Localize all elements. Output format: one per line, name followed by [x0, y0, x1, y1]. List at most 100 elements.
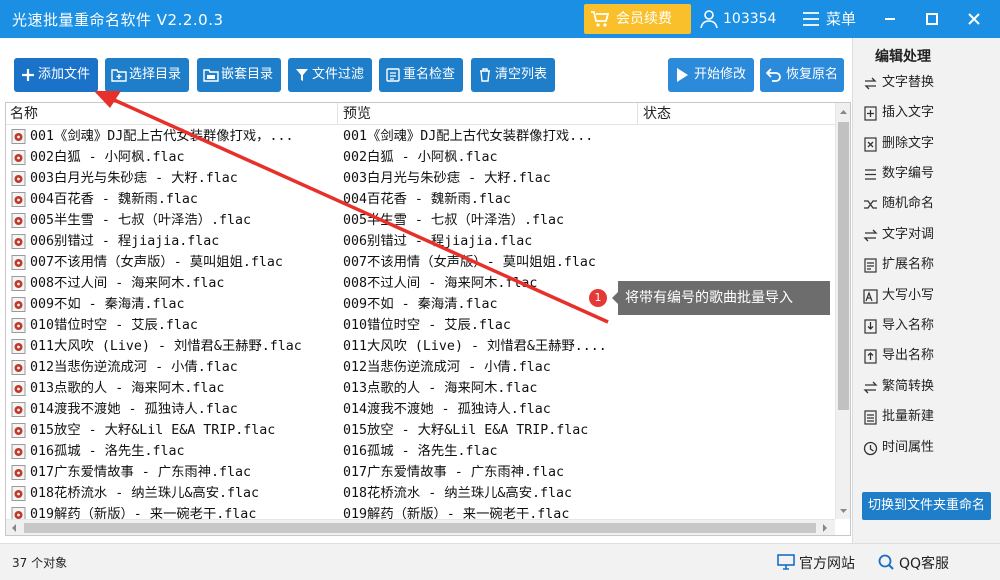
table-row[interactable]: 016孤城 - 洛先生.flac 016孤城 - 洛先生.flac — [6, 441, 834, 462]
file-preview-cell: 012当悲伤逆流成河 - 小倩.flac — [343, 360, 551, 375]
list-header: 名称 预览 状态 — [6, 103, 850, 125]
clock-icon — [863, 441, 878, 456]
menu-label: 菜单 — [826, 10, 857, 28]
table-row[interactable]: 011大风吹 (Live) - 刘惜君&王赫野.flac 011大风吹 (Live… — [6, 336, 834, 357]
official-website-link[interactable]: 官方网站 — [777, 553, 855, 573]
audio-file-icon — [11, 234, 26, 249]
side-item-label: 插入文字 — [882, 105, 935, 120]
user-account[interactable]: 103354 — [699, 8, 776, 30]
side-item-label: 时间属性 — [882, 440, 935, 455]
table-row[interactable]: 012当悲伤逆流成河 - 小倩.flac 012当悲伤逆流成河 - 小倩.flac — [6, 357, 834, 378]
audio-file-icon — [11, 297, 26, 312]
file-name-cell: 006别错过 - 程jiajia.flac — [30, 234, 220, 249]
table-row[interactable]: 013点歌的人 - 海来阿木.flac 013点歌的人 - 海来阿木.flac — [6, 378, 834, 399]
start-modify-label: 开始修改 — [694, 67, 747, 82]
minimize-icon[interactable] — [878, 7, 902, 31]
case-icon — [863, 289, 878, 304]
side-item-clock[interactable]: 时间属性 — [863, 437, 993, 459]
table-row[interactable]: 002白狐 - 小阿枫.flac 002白狐 - 小阿枫.flac — [6, 147, 834, 168]
extension-icon — [864, 258, 877, 273]
side-item-export[interactable]: 导出名称 — [863, 345, 993, 367]
table-row[interactable]: 006别错过 - 程jiajia.flac 006别错过 - 程jiajia.fl… — [6, 231, 834, 252]
file-name-cell: 014渡我不渡她 - 孤独诗人.flac — [30, 402, 238, 417]
vertical-scrollbar[interactable] — [835, 103, 850, 519]
clear-list-label: 清空列表 — [495, 67, 548, 82]
side-item-label: 随机命名 — [882, 196, 935, 211]
table-row[interactable]: 005半生雪 - 七叔（叶泽浩）.flac 005半生雪 - 七叔（叶泽浩）.fl… — [6, 210, 834, 231]
vertical-scroll-thumb[interactable] — [838, 122, 849, 410]
cart-icon — [591, 11, 610, 27]
user-id: 103354 — [723, 11, 777, 27]
file-name-cell: 010错位时空 - 艾辰.flac — [30, 318, 198, 333]
file-preview-cell: 006别错过 - 程jiajia.flac — [343, 234, 533, 249]
table-row[interactable]: 015放空 - 大籽&Lil E&A TRIP.flac 015放空 - 大籽&L… — [6, 420, 834, 441]
play-icon — [677, 68, 688, 82]
side-item-extension[interactable]: 扩展名称 — [863, 254, 993, 276]
side-item-delete-text[interactable]: 删除文字 — [863, 133, 993, 155]
audio-file-icon — [11, 444, 26, 459]
scroll-right-icon[interactable] — [821, 524, 829, 532]
audio-file-icon — [11, 318, 26, 333]
clear-list-button[interactable]: 清空列表 — [471, 58, 555, 92]
table-row[interactable]: 019解药（新版）- 来一碗老干.flac 019解药（新版）- 来一碗老干.fl… — [6, 504, 834, 519]
annotation-text: 将带有编号的歌曲批量导入 — [612, 281, 830, 315]
restore-name-button[interactable]: 恢复原名 — [760, 58, 844, 92]
scroll-up-icon[interactable] — [839, 107, 848, 116]
side-item-random[interactable]: 随机命名 — [863, 193, 993, 215]
rename-check-button[interactable]: 重名检查 — [379, 58, 463, 92]
edit-panel-title: 编辑处理 — [875, 49, 931, 65]
side-item-import[interactable]: 导入名称 — [863, 315, 993, 337]
file-name-cell: 007不该用情（女声版）- 莫叫姐姐.flac — [30, 255, 283, 270]
side-item-number[interactable]: 数字编号 — [863, 163, 993, 185]
nested-directory-label: 嵌套目录 — [221, 67, 274, 82]
audio-file-icon — [11, 150, 26, 165]
side-item-case[interactable]: 大写小写 — [863, 285, 993, 307]
table-row[interactable]: 010错位时空 - 艾辰.flac 010错位时空 - 艾辰.flac — [6, 315, 834, 336]
side-item-convert[interactable]: 繁简转换 — [863, 376, 993, 398]
audio-file-icon — [11, 129, 26, 144]
close-icon[interactable] — [962, 7, 986, 31]
main-menu-button[interactable]: 菜单 — [802, 8, 856, 30]
file-preview-cell: 010错位时空 - 艾辰.flac — [343, 318, 511, 333]
vip-renew-button[interactable]: 会员续费 — [584, 4, 691, 34]
plus-icon — [22, 69, 34, 81]
start-modify-button[interactable]: 开始修改 — [668, 58, 754, 92]
qq-support-link[interactable]: QQ客服 — [877, 553, 949, 573]
file-list[interactable]: 名称 预览 状态 001《剑魂》DJ配上古代女装群像打戏，... 001《剑魂》D… — [5, 102, 851, 536]
table-row[interactable]: 014渡我不渡她 - 孤独诗人.flac 014渡我不渡她 - 孤独诗人.flac — [6, 399, 834, 420]
status-bar: 37 个对象 官方网站 QQ客服 — [0, 543, 1000, 580]
file-filter-button[interactable]: 文件过滤 — [288, 58, 372, 92]
scroll-down-icon[interactable] — [839, 507, 848, 516]
table-row[interactable]: 017广东爱情故事 - 广东雨神.flac 017广东爱情故事 - 广东雨神.fl… — [6, 462, 834, 483]
table-row[interactable]: 007不该用情（女声版）- 莫叫姐姐.flac 007不该用情（女声版）- 莫叫姐… — [6, 252, 834, 273]
table-row[interactable]: 001《剑魂》DJ配上古代女装群像打戏，... 001《剑魂》DJ配上古代女装群像… — [6, 126, 834, 147]
column-header-status[interactable]: 状态 — [639, 103, 835, 125]
file-name-cell: 005半生雪 - 七叔（叶泽浩）.flac — [30, 213, 252, 228]
side-item-label: 数字编号 — [882, 166, 935, 181]
side-item-replace[interactable]: 文字替换 — [863, 72, 993, 94]
side-item-insert[interactable]: 插入文字 — [863, 102, 993, 124]
horizontal-scrollbar[interactable] — [6, 519, 835, 535]
app-title: 光速批量重命名软件 V2.2.0.3 — [12, 11, 224, 29]
add-file-button[interactable]: 添加文件 — [14, 58, 98, 92]
scroll-left-icon[interactable] — [10, 524, 18, 532]
side-item-batch-new[interactable]: 批量新建 — [863, 406, 993, 428]
switch-folder-rename-button[interactable]: 切换到文件夹重命名 — [862, 492, 991, 520]
annotation-number-badge: 1 — [589, 289, 607, 307]
maximize-icon[interactable] — [920, 7, 944, 31]
file-name-cell: 009不如 - 秦海清.flac — [30, 297, 185, 312]
export-icon — [864, 349, 877, 364]
select-directory-button[interactable]: 选择目录 — [105, 58, 189, 92]
side-item-swap[interactable]: 文字对调 — [863, 224, 993, 246]
audio-file-icon — [11, 486, 26, 501]
select-directory-label: 选择目录 — [129, 67, 182, 82]
column-header-preview[interactable]: 预览 — [339, 103, 638, 125]
table-row[interactable]: 004百花香 - 魏新雨.flac 004百花香 - 魏新雨.flac — [6, 189, 834, 210]
side-item-label: 扩展名称 — [882, 257, 935, 272]
column-header-name[interactable]: 名称 — [6, 103, 338, 125]
nested-directory-button[interactable]: 嵌套目录 — [197, 58, 281, 92]
table-row[interactable]: 018花桥流水 - 纳兰珠儿&高安.flac 018花桥流水 - 纳兰珠儿&高安.… — [6, 483, 834, 504]
horizontal-scroll-thumb[interactable] — [24, 523, 816, 533]
folder-nest-icon — [203, 69, 219, 82]
table-row[interactable]: 003白月光与朱砂痣 - 大籽.flac 003白月光与朱砂痣 - 大籽.flac — [6, 168, 834, 189]
